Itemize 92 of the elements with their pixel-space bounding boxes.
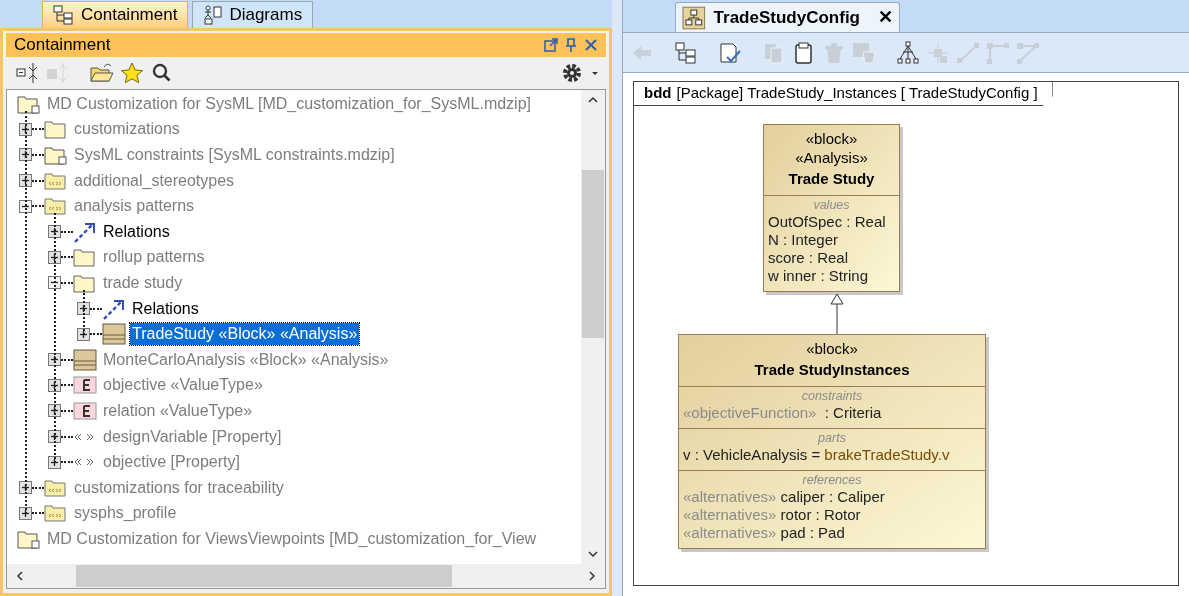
- editor-tab[interactable]: TradeStudyConfig ✕: [675, 2, 900, 32]
- tree-item[interactable]: TradeStudy «Block» «Analysis»: [130, 323, 360, 346]
- close-icon[interactable]: [584, 38, 598, 52]
- project-icon: [17, 93, 41, 114]
- compartment-title: references: [802, 473, 862, 488]
- expand-toggle-icon[interactable]: [48, 378, 61, 392]
- stereotype-label: «block»: [806, 339, 858, 358]
- tree-item[interactable]: Relations: [130, 297, 201, 320]
- expand-toggle-icon[interactable]: [19, 174, 32, 188]
- project-icon: [44, 145, 68, 165]
- tree-item[interactable]: customizations: [72, 118, 182, 141]
- compartment-entry: v : VehicleAnalysis = brakeTradeStudy.v: [683, 446, 951, 464]
- compartment-entry: «objectiveFunction» : Criteria: [683, 404, 883, 422]
- diagram-kind: bdd: [644, 83, 672, 104]
- compartment-entry: «alternatives» rotor : Rotor: [683, 506, 862, 524]
- compartment-title: values: [813, 198, 850, 213]
- dashed-arrow-icon: [73, 220, 97, 243]
- expand-toggle-icon[interactable]: [48, 430, 61, 443]
- folder-icon: [44, 119, 66, 140]
- tree-item[interactable]: objective [Property]: [101, 451, 242, 474]
- compartment-entry: «alternatives» caliper : Caliper: [683, 488, 886, 506]
- tab[interactable]: Diagrams: [192, 1, 314, 28]
- folder-icon: [73, 272, 95, 293]
- folder-icon: [73, 247, 95, 268]
- collapse-toggle-icon[interactable]: [19, 199, 32, 213]
- tree-item[interactable]: MD Customization for ViewsViewpoints [MD_customization_for_View: [45, 527, 539, 550]
- star-icon[interactable]: [119, 61, 145, 85]
- diagram-header: [Package] TradeStudy_Instances [ TradeStudyConfig ]: [676, 83, 1038, 104]
- stereotype-label: «block»: [805, 129, 858, 148]
- package-icon: [44, 197, 66, 216]
- stereotype-label: «Analysis»: [795, 148, 868, 167]
- compartment-title: constraints: [801, 389, 863, 404]
- tree-icon[interactable]: [673, 40, 699, 65]
- expand-toggle-icon[interactable]: [19, 148, 32, 162]
- tree-item[interactable]: relation «ValueType»: [101, 399, 255, 422]
- panel-title: Containment: [14, 34, 111, 57]
- expand-toggle-icon[interactable]: [48, 404, 61, 418]
- tree-item[interactable]: analysis patterns: [72, 195, 197, 218]
- project-icon: [17, 528, 41, 549]
- dashed-arrow-icon: [102, 297, 126, 320]
- pin-icon[interactable]: [564, 38, 578, 52]
- collapse-toggle-icon[interactable]: [48, 276, 61, 290]
- diagram-icon: [682, 5, 706, 30]
- open-folder-icon[interactable]: [89, 61, 115, 85]
- block-name: Trade Study: [788, 169, 875, 189]
- tree-item[interactable]: additional_stereotypes: [72, 169, 237, 192]
- tree-item[interactable]: rollup patterns: [101, 246, 207, 269]
- tree-item[interactable]: MD Customization for SysML [MD_customization_for_SysML.mdzip]: [45, 92, 533, 115]
- generalization-arrow: [830, 293, 844, 334]
- horizontal-scrollbar[interactable]: [7, 564, 605, 588]
- tree-item[interactable]: objective «ValueType»: [101, 374, 265, 397]
- tree-item[interactable]: Relations: [101, 220, 172, 243]
- stereotype-icon: [73, 457, 95, 468]
- package-icon: [44, 478, 66, 497]
- expand-toggle-icon[interactable]: [77, 302, 90, 316]
- tree-item[interactable]: trade study: [101, 271, 185, 294]
- expand-toggle-icon[interactable]: [48, 250, 61, 264]
- vertical-scrollbar[interactable]: [581, 90, 605, 564]
- block-icon: [73, 348, 97, 371]
- hierarchy-icon[interactable]: [895, 40, 921, 65]
- block-name: Trade StudyInstances: [754, 360, 910, 380]
- enumeration-icon: [73, 376, 97, 395]
- tree-item[interactable]: customizations for traceability: [72, 476, 286, 499]
- stereotype-icon: [73, 431, 95, 442]
- expand-toggle-icon[interactable]: [19, 506, 32, 520]
- expand-toggle-icon[interactable]: [19, 122, 32, 136]
- close-tab-button[interactable]: ✕: [878, 4, 893, 31]
- expand-toggle-icon[interactable]: [48, 225, 61, 239]
- package-icon: [44, 171, 66, 190]
- tree-item[interactable]: sysphs_profile: [72, 502, 179, 525]
- settings-icon[interactable]: [561, 62, 583, 84]
- tree-icon: [53, 5, 75, 25]
- expand-toggle-icon[interactable]: [48, 353, 61, 367]
- block-icon: [102, 323, 126, 346]
- enumeration-icon: [73, 401, 97, 420]
- package-icon: [44, 504, 66, 523]
- compartment-entry: OutOfSpec : Real: [768, 213, 887, 231]
- expand-toggle-icon[interactable]: [19, 481, 32, 495]
- expand-toggle-icon[interactable]: [48, 455, 61, 469]
- compartment-entry: N : Integer: [768, 231, 840, 249]
- tree-item[interactable]: SysML constraints [SysML constraints.mdzip]: [72, 144, 397, 166]
- compartment-entry: w inner : String: [768, 267, 870, 285]
- compartment-entry: score : Real: [768, 249, 850, 267]
- compartment-entry: «alternatives» pad : Pad: [683, 524, 846, 542]
- expand-toggle-icon[interactable]: [77, 327, 90, 341]
- diagram-icon: [203, 5, 224, 25]
- tree-item[interactable]: MonteCarloAnalysis «Block» «Analysis»: [101, 348, 391, 371]
- compartment-title: parts: [818, 431, 846, 446]
- validate-icon[interactable]: [717, 40, 743, 65]
- tab[interactable]: Containment: [42, 1, 189, 28]
- tree-item[interactable]: designVariable [Property]: [101, 425, 284, 448]
- float-window-icon[interactable]: [544, 38, 558, 52]
